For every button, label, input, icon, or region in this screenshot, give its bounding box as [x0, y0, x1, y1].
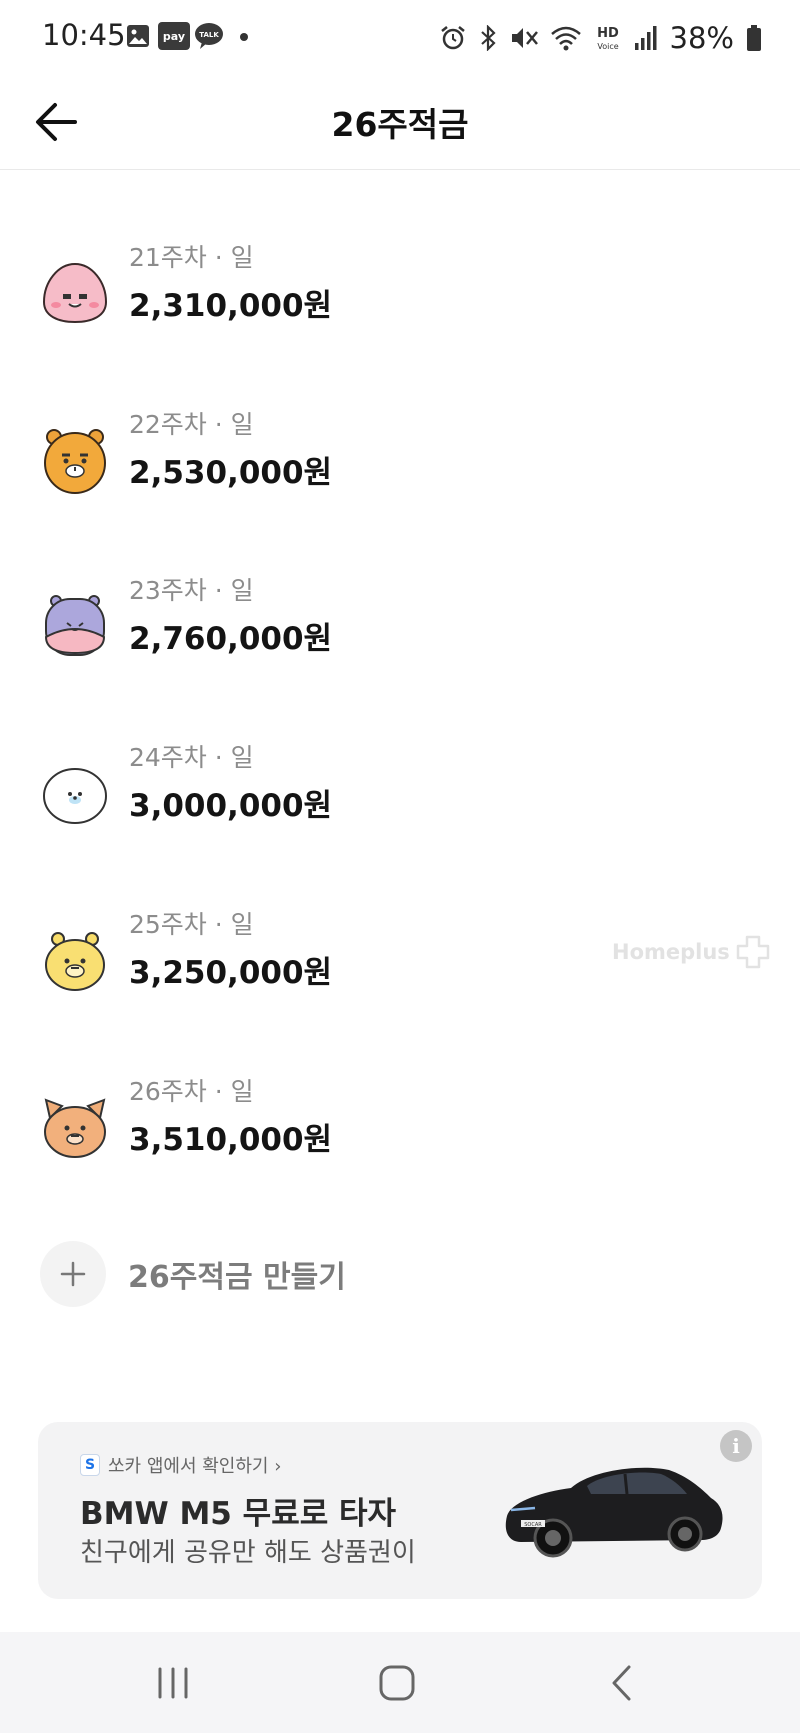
- saving-item-week-23[interactable]: 23주차 · 일 2,760,000원: [0, 571, 800, 691]
- bluetooth-icon: [480, 25, 496, 51]
- pay-icon: pay: [158, 22, 190, 50]
- signal-icon: [634, 26, 657, 50]
- item-week-day: 26주차 · 일: [129, 1077, 254, 1106]
- homeplus-watermark: Homeplus: [612, 935, 770, 969]
- recent-apps-icon: [158, 1667, 188, 1698]
- gallery-icon: [127, 25, 149, 47]
- navigation-bar: [0, 1632, 800, 1733]
- page-title: 26주적금: [331, 105, 469, 144]
- talk-icon: TALK: [195, 23, 223, 49]
- saving-item-week-22[interactable]: 22주차 · 일 2,530,000원: [0, 405, 800, 525]
- item-week-day: 24주차 · 일: [129, 743, 254, 772]
- status-bar: 10:45 pay TALK HD Voice 38%: [0, 0, 800, 76]
- ad-subtitle: 친구에게 공유만 해도 상품권이: [80, 1538, 416, 1568]
- saving-item-week-26[interactable]: 26주차 · 일 3,510,000원: [0, 1072, 800, 1192]
- alarm-icon: [440, 26, 465, 50]
- create-saving-button[interactable]: 26주적금 만들기: [40, 1240, 346, 1308]
- black-car-icon: SOCAR: [505, 1467, 723, 1558]
- home-icon: [379, 1665, 415, 1700]
- watermark-label: Homeplus: [612, 940, 730, 964]
- item-week-day: 21주차 · 일: [129, 243, 254, 272]
- item-amount: 3,510,000원: [129, 1122, 333, 1158]
- status-time: 10:45: [42, 18, 126, 52]
- saving-item-week-21[interactable]: 21주차 · 일 2,310,000원: [0, 238, 800, 358]
- seal-character-icon: [43, 768, 107, 824]
- hd-voice-icon: HD Voice: [597, 26, 619, 51]
- pay-label: pay: [163, 30, 185, 43]
- status-indicators: HD Voice 38%: [440, 18, 762, 58]
- battery-icon: [747, 25, 761, 51]
- item-amount: 3,250,000원: [129, 955, 333, 991]
- back-nav-icon: [612, 1665, 631, 1700]
- item-amount: 3,000,000원: [129, 788, 333, 824]
- ad-title: BMW M5 무료로 타자: [80, 1496, 397, 1532]
- hd-label: HD: [597, 26, 619, 41]
- item-week-day: 25주차 · 일: [129, 910, 254, 939]
- car-plate: SOCAR: [524, 1522, 542, 1528]
- talk-label: TALK: [199, 31, 219, 39]
- socar-logo-icon: S: [80, 1454, 100, 1476]
- homeplus-logo-icon: [736, 935, 770, 969]
- recent-apps-button[interactable]: [113, 1632, 233, 1733]
- yellow-lion-character-icon: [45, 932, 105, 991]
- ad-source-label: 쏘카 앱에서 확인하기 ›: [108, 1456, 282, 1477]
- home-button[interactable]: [337, 1632, 457, 1733]
- plus-icon: [60, 1261, 86, 1287]
- peach-character-icon: [42, 262, 108, 324]
- lion-character-icon: [44, 429, 106, 494]
- item-week-day: 23주차 · 일: [129, 576, 254, 605]
- item-amount: 2,530,000원: [129, 455, 333, 491]
- ad-source[interactable]: S 쏘카 앱에서 확인하기 ›: [80, 1452, 281, 1478]
- create-saving-label: 26주적금 만들기: [128, 1260, 346, 1295]
- header: 26주적금: [0, 76, 800, 170]
- back-nav-button[interactable]: [561, 1632, 681, 1733]
- add-circle: [40, 1241, 106, 1307]
- hippo-character-icon: [44, 595, 106, 656]
- battery-level: 38%: [669, 21, 734, 55]
- item-amount: 2,310,000원: [129, 288, 333, 324]
- item-week-day: 22주차 · 일: [129, 410, 254, 439]
- item-amount: 2,760,000원: [129, 621, 333, 657]
- saving-item-week-24[interactable]: 24주차 · 일 3,000,000원: [0, 738, 800, 858]
- dot-icon: [240, 33, 248, 41]
- wifi-icon: [550, 26, 581, 51]
- voice-label: Voice: [597, 42, 618, 51]
- tiger-character-icon: [44, 1098, 106, 1158]
- ad-banner[interactable]: S 쏘카 앱에서 확인하기 › BMW M5 무료로 타자 친구에게 공유만 해…: [38, 1422, 762, 1599]
- mute-icon: [511, 28, 538, 48]
